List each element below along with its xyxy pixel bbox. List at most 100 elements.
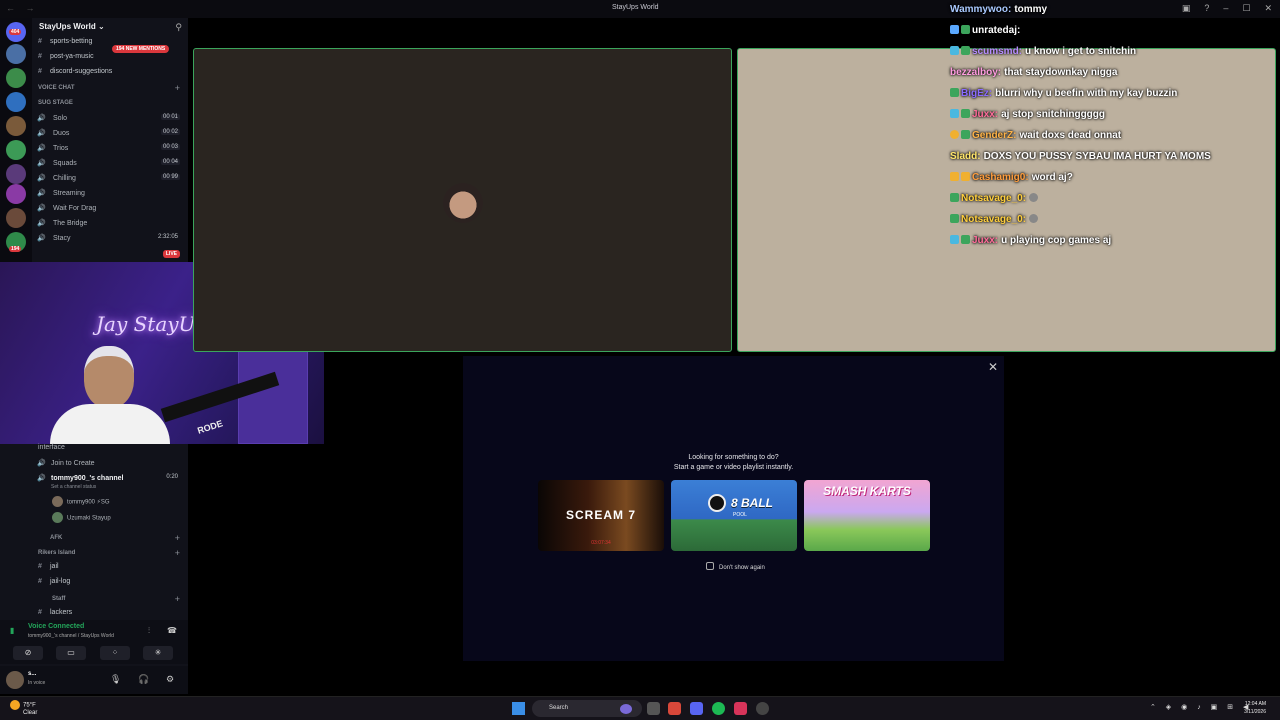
add-channel-icon[interactable]: + [175,533,180,543]
chat-message: Cashamig0: word aj? [950,172,1073,183]
noise-suppression-icon[interactable]: ⫶ [148,626,150,636]
server-icon[interactable] [6,208,26,228]
voice-channel-active[interactable]: 🔊 tommy900_'s channel [37,474,123,482]
voice-channel-chilling[interactable]: 🔊 Chilling [37,174,76,182]
server-icon[interactable] [6,116,26,136]
soundboard-button[interactable]: ✳ [143,646,173,660]
voice-channel-solo[interactable]: 🔊 Solo [37,114,67,122]
chat-username: Juxx: [972,235,999,246]
help-icon[interactable]: ? [1204,3,1209,14]
system-tray[interactable]: ⌃ ◈ ◉ ♪ ▣ ⊞ ◀ [1150,703,1252,711]
badge-icon [950,193,959,202]
video-tile-user-1[interactable] [193,48,732,352]
spotify-icon[interactable] [712,702,725,715]
emote-icon [1029,214,1039,223]
channel-jail[interactable]: # jail [38,563,59,570]
headphones-icon[interactable]: 🎧 [138,674,149,685]
add-member-icon[interactable]: ⚲ [175,22,182,33]
server-icon[interactable] [6,184,26,204]
activities-button[interactable]: ⁘ [100,646,130,660]
voice-channel-stacy[interactable]: 🔊 Stacy [37,234,71,242]
inbox-icon[interactable]: ▣ [1182,3,1191,14]
member-tommy900[interactable]: tommy900 ⚡SG [52,496,110,507]
add-channel-icon[interactable]: + [175,83,180,93]
server-icon[interactable] [6,68,26,88]
channel-status[interactable]: Set a channel status [51,484,96,490]
user-count: 00 03 [160,144,180,150]
voice-channel-interface[interactable]: interface [38,444,65,451]
rail-badge: 194 [9,246,22,252]
badge-icon [950,172,959,181]
category-voice-chat[interactable]: VOICE CHAT [38,85,75,91]
activity-title: 8 BALL [731,496,773,510]
streamer-head [84,346,134,408]
member-uzumaki-stayup[interactable]: Uzumaki Stayup [52,512,111,523]
discord-icon[interactable] [690,702,703,715]
chat-username: scumsmd: [972,46,1023,57]
activity-card-8-ball-pool[interactable]: 8 BALL POOL [671,480,797,551]
server-icon[interactable] [6,44,26,64]
badge-icon [961,25,970,34]
disconnect-icon[interactable]: ☎ [167,626,177,635]
minimize-button[interactable]: – [1223,3,1228,14]
channel-discord-suggestions[interactable]: # discord-suggestions [38,68,112,75]
maximize-button[interactable]: ☐ [1242,3,1250,14]
start-button[interactable] [512,702,525,715]
chat-message: BigEz: blurri why u beefin with my kay bu… [950,88,1177,99]
voice-status-panel: ▮ Voice Connected tommy900_'s channel / … [0,620,188,664]
add-channel-icon[interactable]: + [175,548,180,558]
voice-channel-wait-for-drag[interactable]: 🔊 Wait For Drag [37,204,96,212]
camera-off-button[interactable]: ⊘ [13,646,43,660]
channel-jail-log[interactable]: # jail-log [38,578,70,585]
weather-widget[interactable]: 75°F Clear [10,700,37,716]
neon-sign: Jay StayUp [96,312,209,336]
task-view-icon[interactable] [647,702,660,715]
category-rikers-island[interactable]: Rikers Island [38,550,75,556]
voice-channel-trios[interactable]: 🔊 Trios [37,144,68,152]
screen-share-button[interactable]: ▭ [56,646,86,660]
user-avatar[interactable] [6,671,24,689]
mic-icon[interactable]: 🎙 [110,674,121,685]
clock[interactable]: 12:04 AM 3/11/2026 [1244,700,1266,716]
chat-text: word aj? [1031,172,1073,183]
obs-icon[interactable] [756,702,769,715]
new-mentions-pill[interactable]: 194 NEW MENTIONS [112,45,170,53]
server-icon[interactable] [6,140,26,160]
copilot-icon[interactable] [620,704,632,714]
voice-channel-the-bridge[interactable]: 🔊 The Bridge [37,219,87,227]
server-icon[interactable] [6,92,26,112]
server-name[interactable]: StayUps World ⌄ [39,22,105,31]
activity-card-smash-karts[interactable]: SMASH KARTS [804,480,930,551]
voice-channel-streaming[interactable]: 🔊 Streaming [37,189,85,197]
badge-icon [961,172,970,181]
dont-show-again[interactable]: Don't show again [706,562,765,571]
voice-channel-squads[interactable]: 🔊 Squads [37,159,77,167]
category-staff[interactable]: Staff [52,596,65,602]
badge-icon [950,88,959,97]
brave-icon[interactable] [668,702,681,715]
add-channel-icon[interactable]: + [175,594,180,604]
voice-channel-path[interactable]: tommy900_'s channel / StayUps World [28,633,114,639]
app-icon[interactable] [734,702,747,715]
badge-icon [950,25,959,34]
gear-icon[interactable]: ⚙ [166,674,174,685]
speaker-icon: 🔊 [37,205,46,212]
activity-card-scream[interactable]: SCREAM 7 03:07:34 [538,480,664,551]
channel-post-ya-music[interactable]: # post-ya-music [38,53,94,60]
voice-channel-join-to-create[interactable]: 🔊 Join to Create [37,459,95,467]
close-button[interactable]: ✕ [1264,3,1272,14]
badge-icon [961,46,970,55]
badge-icon [961,235,970,244]
server-icon[interactable] [6,164,26,184]
back-forward-icons[interactable]: ← → [6,3,39,13]
channel-sports-betting[interactable]: # sports-betting [38,38,92,45]
category-afk[interactable]: AFK [50,535,62,541]
user-name[interactable]: s... [28,671,36,677]
close-icon[interactable]: ✕ [988,360,998,374]
channel-lackers[interactable]: # lackers [38,609,72,616]
stage-sug[interactable]: SUG STAGE [38,100,73,106]
voice-connected-label[interactable]: Voice Connected [28,623,84,630]
badge-icon [950,214,959,223]
voice-channel-duos[interactable]: 🔊 Duos [37,129,69,137]
checkbox[interactable] [706,562,714,570]
